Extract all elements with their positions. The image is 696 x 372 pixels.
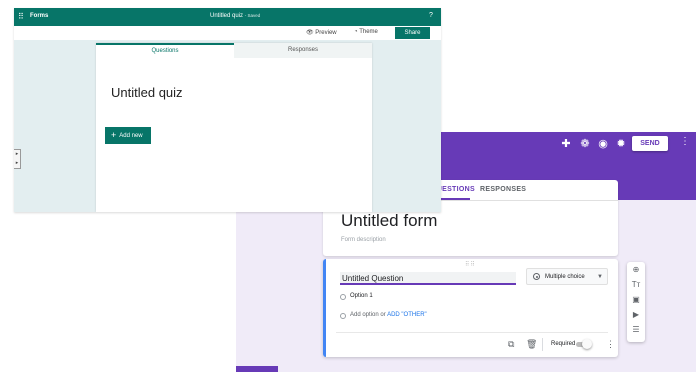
plus-icon: + <box>111 130 117 140</box>
delete-icon[interactable]: 🗑 <box>526 339 537 350</box>
theme-icon: ◔ <box>354 29 358 35</box>
tab-questions[interactable]: Questions <box>96 43 234 58</box>
add-other-link[interactable]: ADD "OTHER" <box>387 312 427 318</box>
section-icon[interactable]: ☰ <box>630 325 642 334</box>
footer-separator <box>542 338 543 351</box>
app-name[interactable]: Forms <box>30 13 48 19</box>
add-option-radio <box>340 313 346 319</box>
quiz-title[interactable]: Untitled quiz <box>111 85 183 100</box>
theme-label: Theme <box>359 29 378 35</box>
video-icon[interactable]: ▶ <box>630 310 642 319</box>
add-option-link[interactable]: Add option <box>350 312 379 318</box>
preview-label: Preview <box>315 30 337 36</box>
puzzle-icon[interactable]: ✚ <box>559 137 573 151</box>
question-more-icon[interactable]: ⋮ <box>606 339 615 350</box>
gear-icon[interactable]: ✹ <box>614 137 628 151</box>
add-option-or: or <box>380 312 386 318</box>
required-label: Required <box>551 341 576 347</box>
question-type-select[interactable]: Multiple choice ▼ <box>526 268 608 285</box>
eye-icon[interactable]: ◉ <box>596 137 610 151</box>
add-option-row: Add option or ADD "OTHER" <box>350 312 427 318</box>
form-description-field[interactable]: Form description <box>341 237 386 243</box>
side-panel-handle[interactable]: ▸ ▸ <box>14 149 21 169</box>
radio-button-icon <box>533 273 540 280</box>
tab-responses[interactable]: RESPONSES <box>480 186 526 193</box>
chevron-down-icon: ▼ <box>597 274 603 280</box>
drag-handle-icon[interactable]: ⠿⠿ <box>465 261 476 268</box>
preview-icon: 👁 <box>306 30 314 36</box>
title-icon[interactable]: Tт <box>630 280 642 289</box>
document-title: Untitled quiz - Saved <box>210 13 260 19</box>
theme-button[interactable]: ◔ Theme <box>354 29 378 35</box>
active-question-accent <box>323 259 326 357</box>
add-new-button[interactable]: + Add new <box>105 127 151 144</box>
app-launcher-icon[interactable]: ⠿ <box>18 12 24 21</box>
image-icon[interactable]: ▣ <box>630 295 642 304</box>
document-title-text: Untitled quiz <box>210 13 244 19</box>
share-button[interactable]: Share <box>395 27 430 39</box>
more-vert-icon[interactable]: ⋮ <box>680 136 690 147</box>
save-status: - Saved <box>244 13 261 18</box>
duplicate-icon[interactable]: ⧉ <box>508 339 514 350</box>
bottom-accent-bar <box>236 366 278 372</box>
question-type-label: Multiple choice <box>545 274 585 280</box>
help-icon[interactable]: ? <box>429 12 433 19</box>
add-new-label: Add new <box>119 133 143 139</box>
send-button[interactable]: SEND <box>632 136 668 151</box>
option-radio <box>340 294 346 300</box>
palette-icon[interactable]: ❁ <box>578 137 592 151</box>
tab-responses[interactable]: Responses <box>234 43 372 58</box>
add-question-icon[interactable]: ⊕ <box>630 265 642 274</box>
ms-forms-window: ⠿ Forms Untitled quiz - Saved ? 👁 Previe… <box>14 8 441 212</box>
question-footer-divider <box>336 332 608 333</box>
form-title[interactable]: Untitled form <box>341 211 437 231</box>
option-1-input[interactable]: Option 1 <box>350 293 373 299</box>
preview-button[interactable]: 👁 Preview <box>306 29 337 36</box>
required-toggle-knob[interactable] <box>582 339 592 349</box>
question-title-input[interactable]: Untitled Question <box>340 272 516 285</box>
